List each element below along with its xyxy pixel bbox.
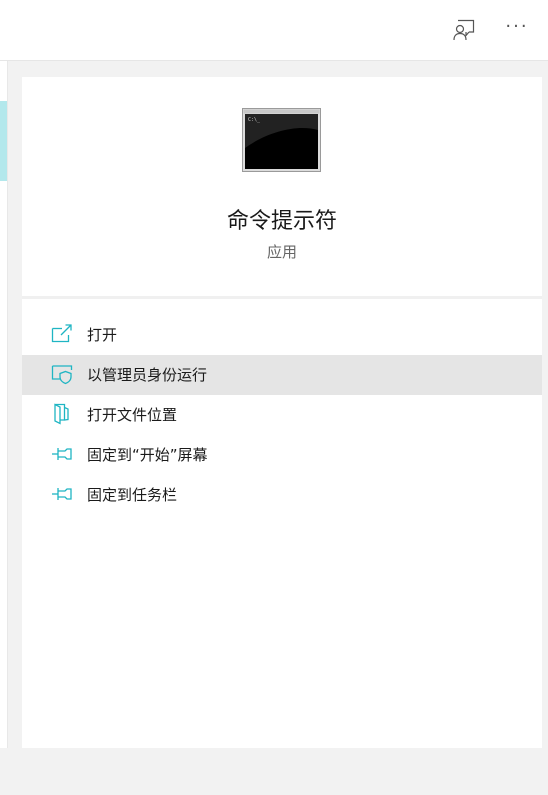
open-action[interactable]: 打开 <box>22 315 542 355</box>
open-external-icon <box>51 324 72 343</box>
open-file-location-label: 打开文件位置 <box>87 406 178 424</box>
top-bar: ··· <box>0 0 548 61</box>
feedback-button[interactable] <box>446 12 482 48</box>
preview-panel: C:\_ 命令提示符 应用 打开 以管理员身份运行 打开文件位置 固定到“开始”… <box>22 77 542 748</box>
pin-to-start-action[interactable]: 固定到“开始”屏幕 <box>22 435 542 475</box>
pin-to-start-label: 固定到“开始”屏幕 <box>87 446 208 464</box>
open-file-location-action[interactable]: 打开文件位置 <box>22 395 542 435</box>
selected-result-indicator[interactable] <box>0 101 7 181</box>
pin-to-taskbar-label: 固定到任务栏 <box>87 486 178 504</box>
feedback-person-icon <box>453 19 475 41</box>
header-divider <box>22 296 542 299</box>
command-prompt-icon[interactable]: C:\_ <box>242 108 321 172</box>
run-as-admin-action[interactable]: 以管理员身份运行 <box>22 355 542 395</box>
open-label: 打开 <box>87 326 118 344</box>
app-header: C:\_ 命令提示符 应用 <box>22 77 542 296</box>
more-dots-icon: ··· <box>505 16 529 37</box>
pin-start-icon <box>52 448 72 460</box>
pin-taskbar-icon <box>52 488 72 500</box>
action-menu: 打开 以管理员身份运行 打开文件位置 固定到“开始”屏幕 固定到任务栏 <box>22 315 542 515</box>
shield-admin-icon <box>51 365 73 385</box>
folder-location-icon <box>54 403 69 425</box>
app-type: 应用 <box>266 243 297 261</box>
more-options-button[interactable]: ··· <box>499 12 535 48</box>
results-list-edge <box>0 61 8 748</box>
app-title: 命令提示符 <box>226 209 337 234</box>
svg-text:C:\_: C:\_ <box>248 117 261 123</box>
run-as-admin-label: 以管理员身份运行 <box>87 366 208 384</box>
pin-to-taskbar-action[interactable]: 固定到任务栏 <box>22 475 542 515</box>
